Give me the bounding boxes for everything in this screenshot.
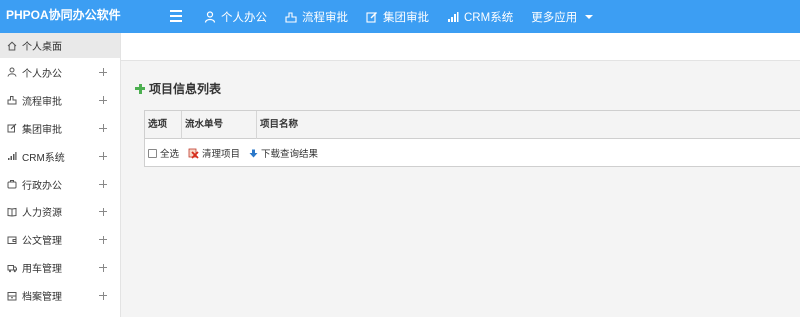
home-icon — [7, 41, 17, 50]
topnav-item-crm[interactable]: CRM系统 — [447, 9, 513, 25]
sidebar-item-label: 个人桌面 — [22, 42, 62, 53]
sidebar-item-flow[interactable]: 流程审批 — [0, 87, 120, 115]
edit-icon — [366, 11, 377, 23]
project-grid: 选项 流水单号 项目名称 全选 清理项目 下载查询结果 — [144, 110, 800, 167]
bar-chart-icon — [8, 152, 17, 161]
more-apps-dropdown[interactable]: 更多应用 — [531, 9, 594, 25]
section-title-text: 项目信息列表 — [149, 82, 222, 96]
clear-project-label: 清理项目 — [202, 149, 241, 160]
grid-header: 选项 流水单号 项目名称 — [145, 111, 800, 139]
download-results-button[interactable]: 下载查询结果 — [249, 146, 318, 160]
expand-plus-icon[interactable] — [99, 124, 107, 133]
expand-plus-icon[interactable] — [99, 235, 107, 244]
sidebar-item-admin[interactable]: 行政办公 — [0, 171, 120, 199]
sidebar-item-label: CRM系统 — [22, 152, 65, 164]
topnav-item-group[interactable]: 集团审批 — [366, 9, 429, 25]
app-title: PHPOA协同办公软件 — [6, 8, 121, 22]
grid-toolbar: 全选 清理项目 下载查询结果 — [145, 139, 800, 167]
expand-plus-icon[interactable] — [99, 263, 107, 272]
menu-toggle-icon[interactable] — [170, 10, 182, 22]
edit-icon — [7, 123, 17, 133]
column-header-project-name[interactable]: 项目名称 — [257, 111, 800, 139]
wallet-icon — [7, 236, 17, 244]
top-bar: PHPOA协同办公软件 个人办公 流程审批 集团审批 CRM系统 更多应用 — [0, 0, 800, 33]
topnav-item-personal[interactable]: 个人办公 — [204, 9, 267, 25]
sidebar: 个人桌面 个人办公 流程审批 集团审批 CRM系统 行政办公 人力资源 公文管理… — [0, 33, 121, 317]
select-all-checkbox[interactable] — [148, 148, 157, 158]
sidebar-item-personal[interactable]: 个人办公 — [0, 59, 120, 87]
user-icon — [204, 10, 216, 23]
download-arrow-icon — [249, 149, 258, 157]
download-results-label: 下载查询结果 — [261, 149, 319, 160]
tab-strip — [121, 33, 800, 61]
expand-plus-icon[interactable] — [99, 68, 107, 77]
flow-icon — [7, 96, 17, 105]
flow-icon — [285, 11, 297, 23]
topnav-item-label: 个人办公 — [221, 11, 267, 24]
topnav-item-label: 集团审批 — [383, 11, 429, 24]
user-icon — [7, 67, 17, 78]
expand-plus-icon[interactable] — [99, 96, 107, 105]
more-apps-label: 更多应用 — [531, 11, 578, 24]
sidebar-item-label: 流程审批 — [22, 96, 62, 108]
topnav-item-flow[interactable]: 流程审批 — [285, 9, 348, 25]
main-content: 项目信息列表 选项 流水单号 项目名称 全选 清理项目 下载查询结果 — [121, 33, 800, 317]
sidebar-item-label: 公文管理 — [22, 236, 62, 248]
sidebar-item-vehicles[interactable]: 用车管理 — [0, 254, 120, 283]
sidebar-item-label: 用车管理 — [22, 264, 62, 276]
chevron-down-icon — [585, 14, 594, 19]
sidebar-item-archive[interactable]: 档案管理 — [0, 282, 120, 311]
expand-plus-icon[interactable] — [99, 152, 107, 161]
sidebar-item-label: 档案管理 — [22, 292, 62, 304]
topnav-item-label: CRM系统 — [464, 11, 514, 24]
archive-icon — [7, 291, 17, 301]
expand-plus-icon[interactable] — [99, 207, 107, 216]
sidebar-item-hr[interactable]: 人力资源 — [0, 198, 120, 227]
select-all[interactable]: 全选 — [148, 146, 179, 160]
column-header-serial[interactable]: 流水单号 — [182, 111, 257, 139]
bar-chart-icon — [448, 11, 459, 22]
expand-plus-icon[interactable] — [99, 291, 107, 300]
sidebar-item-label: 个人办公 — [22, 68, 62, 80]
truck-icon — [7, 264, 17, 272]
section-title: 项目信息列表 — [135, 80, 221, 97]
sidebar-item-group[interactable]: 集团审批 — [0, 115, 120, 143]
briefcase-icon — [7, 180, 17, 189]
green-plus-icon — [135, 83, 145, 94]
book-icon — [7, 207, 17, 217]
sidebar-item-label: 集团审批 — [22, 124, 62, 136]
sidebar-item-desktop[interactable]: 个人桌面 — [0, 33, 120, 59]
delete-icon — [188, 148, 199, 159]
sidebar-item-crm[interactable]: CRM系统 — [0, 143, 120, 171]
select-all-label: 全选 — [160, 149, 180, 160]
sidebar-item-label: 行政办公 — [22, 180, 62, 192]
topnav-item-label: 流程审批 — [302, 11, 348, 24]
sidebar-item-docs[interactable]: 公文管理 — [0, 226, 120, 255]
expand-plus-icon[interactable] — [99, 180, 107, 188]
top-nav: 个人办公 流程审批 集团审批 CRM系统 更多应用 — [204, 0, 594, 33]
sidebar-item-label: 人力资源 — [22, 208, 62, 220]
column-header-option[interactable]: 选项 — [145, 111, 182, 139]
clear-project-button[interactable]: 清理项目 — [188, 146, 240, 160]
